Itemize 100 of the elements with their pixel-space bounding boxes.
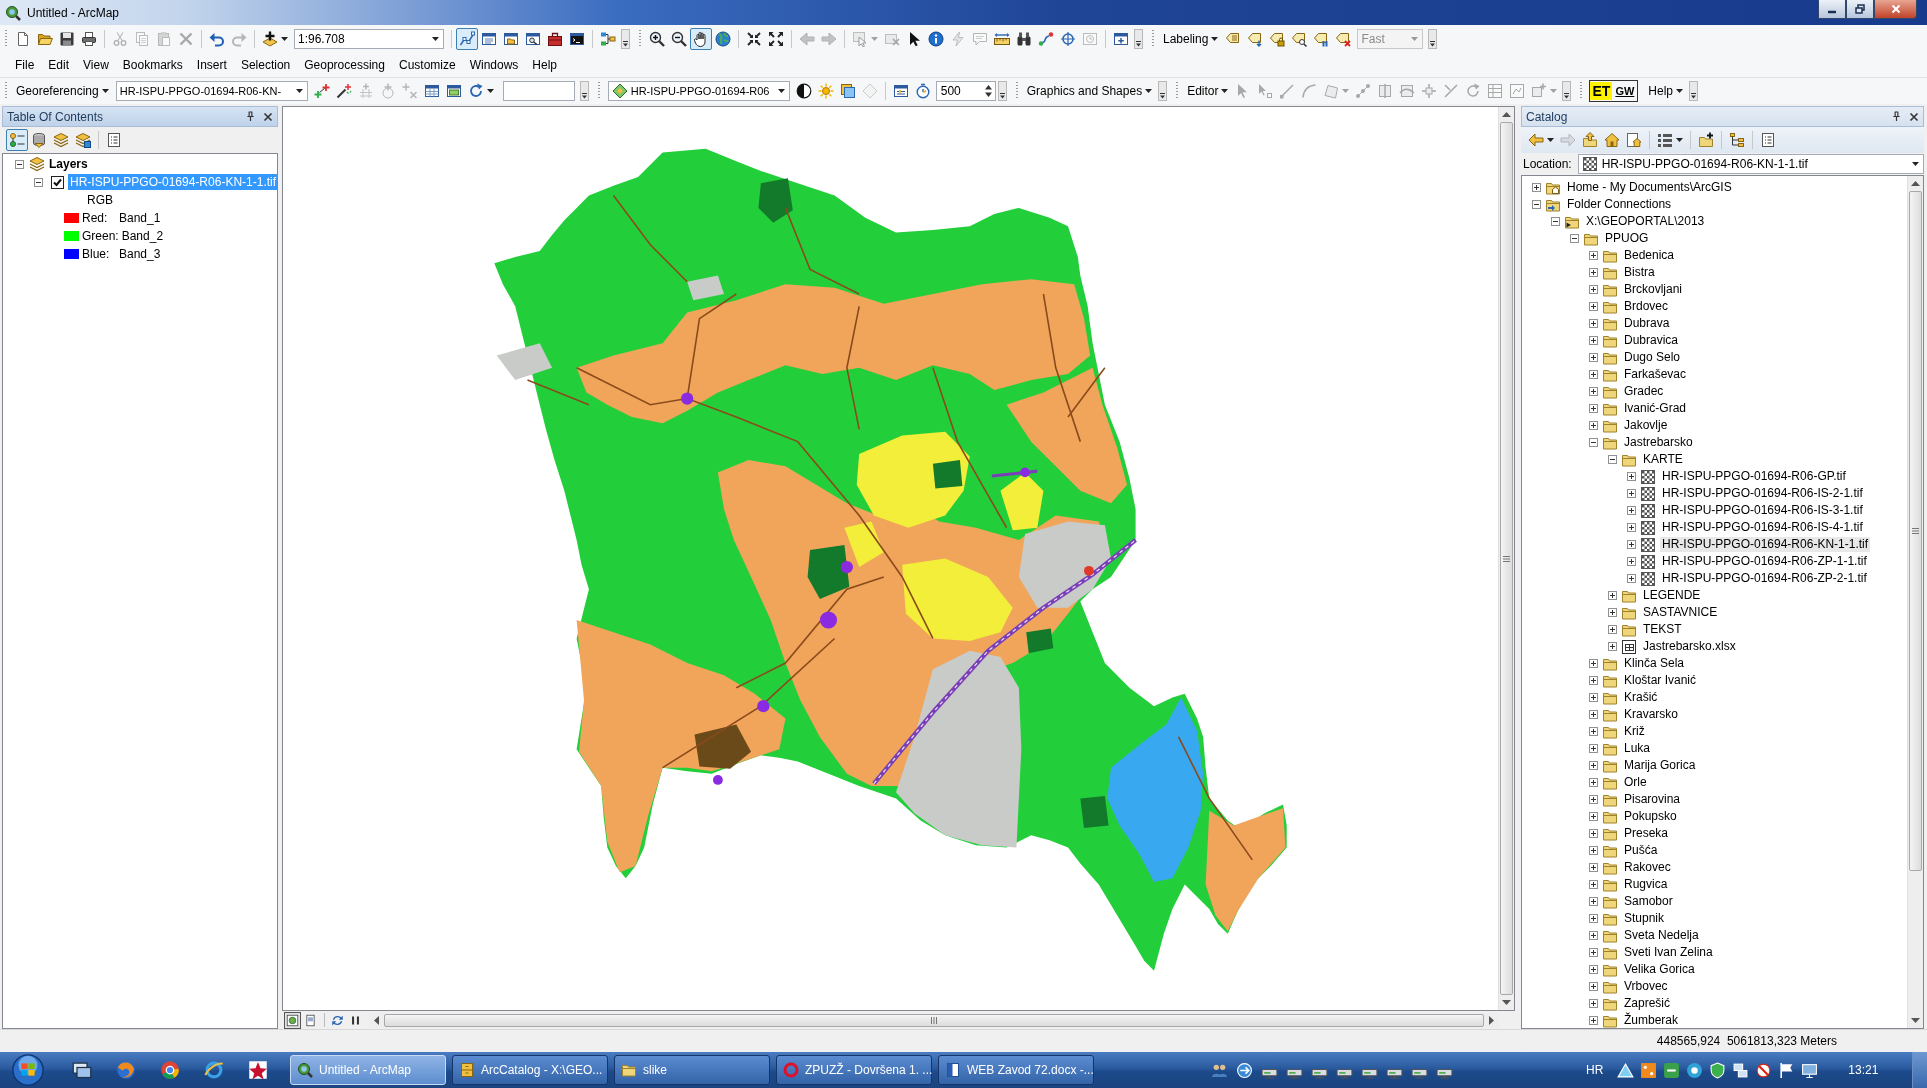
- folder-item[interactable]: Preseka: [1622, 826, 1671, 841]
- plus-box-icon[interactable]: [1589, 370, 1598, 379]
- menu-item[interactable]: Edit: [41, 54, 77, 75]
- right-arrow-icon[interactable]: [1489, 1015, 1494, 1025]
- folder-item[interactable]: Pušća: [1622, 843, 1660, 858]
- restore-button[interactable]: [1846, 0, 1874, 19]
- down-arrow-icon[interactable]: [1911, 1018, 1920, 1023]
- folder-item[interactable]: Dugo Selo: [1622, 350, 1683, 365]
- graphics-and-shapes-menu[interactable]: Graphics and Shapes: [1022, 80, 1157, 102]
- folder-item[interactable]: TEKST: [1641, 622, 1684, 637]
- close-icon[interactable]: [1909, 111, 1919, 122]
- plus-box-icon[interactable]: [1589, 387, 1598, 396]
- up-arrow-icon[interactable]: [1911, 181, 1920, 186]
- taskbar-button[interactable]: WEB Zavod 72.docx -...: [938, 1055, 1094, 1085]
- plus-box-icon[interactable]: [1589, 999, 1598, 1008]
- toolbar-options-icon[interactable]: [621, 28, 630, 49]
- folder-item[interactable]: Križ: [1622, 724, 1647, 739]
- raster-file-item[interactable]: HR-ISPU-PPGO-01694-R06-KN-1-1.tif: [1660, 537, 1871, 552]
- folder-item[interactable]: Rugvica: [1622, 877, 1670, 892]
- plus-box-icon[interactable]: [1589, 863, 1598, 872]
- down-arrow-icon[interactable]: [1502, 1000, 1511, 1005]
- menu-item[interactable]: Help: [525, 54, 565, 75]
- folder-item[interactable]: Dubravica: [1622, 333, 1681, 348]
- menu-item[interactable]: Bookmarks: [115, 54, 190, 75]
- plus-box-icon[interactable]: [1627, 557, 1636, 566]
- folder-item[interactable]: Jastrebarsko: [1622, 435, 1695, 450]
- folder-item[interactable]: Home - My Documents\ArcGIS: [1565, 180, 1734, 195]
- toolbar-options-icon[interactable]: [1134, 28, 1143, 49]
- toolbar-grip-icon[interactable]: [4, 29, 8, 48]
- raster-file-item[interactable]: HR-ISPU-PPGO-01694-R06-IS-2-1.tif: [1660, 486, 1865, 501]
- plus-box-icon[interactable]: [1589, 353, 1598, 362]
- left-arrow-icon[interactable]: [374, 1015, 379, 1025]
- plus-box-icon[interactable]: [1589, 710, 1598, 719]
- clock[interactable]: 13:21: [1848, 1063, 1879, 1077]
- taskbar-button[interactable]: ZPUZŽ - Dovršena 1. ...: [776, 1055, 932, 1085]
- minus-box-icon[interactable]: [34, 177, 43, 187]
- plus-box-icon[interactable]: [1589, 931, 1598, 940]
- shield-icon[interactable]: [1709, 1061, 1727, 1079]
- pin-icon[interactable]: [1892, 111, 1901, 122]
- plus-box-icon[interactable]: [1589, 897, 1598, 906]
- globe-swirl-icon[interactable]: [116, 1060, 136, 1080]
- plus-box-icon[interactable]: [1589, 744, 1598, 753]
- plus-box-icon[interactable]: [1608, 642, 1617, 651]
- minus-box-icon[interactable]: [1608, 455, 1617, 464]
- georeference-layer-combo-box[interactable]: HR-ISPU-PPGO-01694-R06-KN-: [115, 81, 308, 101]
- editor-toolbar-button[interactable]: [456, 27, 478, 50]
- folder-item[interactable]: Žumberak: [1622, 1013, 1681, 1028]
- plus-box-icon[interactable]: [1589, 336, 1598, 345]
- folder-item[interactable]: Brdovec: [1622, 299, 1671, 314]
- raster-file-item[interactable]: HR-ISPU-PPGO-01694-R06-IS-3-1.tif: [1660, 503, 1865, 518]
- star-tile-icon[interactable]: [248, 1060, 268, 1080]
- folder-item[interactable]: Gradec: [1622, 384, 1666, 399]
- vertical-scrollbar[interactable]: [1498, 107, 1514, 1010]
- triangle-icon[interactable]: [1617, 1061, 1635, 1079]
- toolbar-grip-icon[interactable]: [596, 82, 601, 100]
- scroll-thumb[interactable]: [1909, 191, 1922, 871]
- plus-box-icon[interactable]: [1589, 319, 1598, 328]
- plus-box-icon[interactable]: [1589, 693, 1598, 702]
- folder-item[interactable]: LEGENDE: [1641, 588, 1703, 603]
- minus-box-icon[interactable]: [1570, 234, 1579, 243]
- plus-box-icon[interactable]: [1627, 523, 1636, 532]
- minus-box-icon[interactable]: [15, 159, 24, 169]
- plus-box-icon[interactable]: [1627, 489, 1636, 498]
- plus-box-icon[interactable]: [1589, 778, 1598, 787]
- close-button[interactable]: [1874, 0, 1917, 19]
- window-stack-icon[interactable]: [72, 1060, 92, 1080]
- start-orb-icon[interactable]: [10, 1053, 46, 1087]
- data-view-button[interactable]: [284, 1011, 301, 1029]
- toolbar-options-icon[interactable]: [1158, 81, 1168, 101]
- folder-item[interactable]: Luka: [1622, 741, 1653, 756]
- menu-item[interactable]: Customize: [391, 54, 463, 75]
- folder-item[interactable]: Pisarovina: [1622, 792, 1683, 807]
- square-icon[interactable]: [1663, 1061, 1681, 1079]
- folder-item[interactable]: Klinča Sela: [1622, 656, 1687, 671]
- spin-box[interactable]: 500: [935, 81, 996, 101]
- georeferencing-menu[interactable]: Georeferencing: [12, 80, 113, 102]
- plus-box-icon[interactable]: [1589, 676, 1598, 685]
- square-dots-icon[interactable]: [1640, 1061, 1658, 1079]
- toolbar-options-icon[interactable]: [579, 81, 589, 101]
- folder-item[interactable]: Rakovec: [1622, 860, 1673, 875]
- plus-box-icon[interactable]: [1589, 965, 1598, 974]
- list-by-drawing-order-button[interactable]: [6, 129, 28, 151]
- folder-item[interactable]: Stupnik: [1622, 911, 1667, 926]
- plus-box-icon[interactable]: [1589, 251, 1598, 260]
- folder-item[interactable]: PPUOG: [1603, 231, 1651, 246]
- folder-item[interactable]: Bedenica: [1622, 248, 1677, 263]
- plus-box-icon[interactable]: [1627, 540, 1636, 549]
- plus-box-icon[interactable]: [1589, 812, 1598, 821]
- folder-item[interactable]: Velika Gorica: [1622, 962, 1697, 977]
- folder-item[interactable]: Marija Gorica: [1622, 758, 1698, 773]
- plus-box-icon[interactable]: [1589, 880, 1598, 889]
- plus-box-icon[interactable]: [1532, 183, 1541, 192]
- folder-item[interactable]: Samobor: [1622, 894, 1675, 909]
- folder-item[interactable]: Farkaševac: [1622, 367, 1689, 382]
- folder-item[interactable]: Bistra: [1622, 265, 1657, 280]
- plus-box-icon[interactable]: [1589, 268, 1598, 277]
- plus-box-icon[interactable]: [1589, 948, 1598, 957]
- folder-item[interactable]: Folder Connections: [1565, 197, 1674, 212]
- folder-item[interactable]: Sveti Ivan Zelina: [1622, 945, 1715, 960]
- toolbar-grip-icon[interactable]: [1014, 82, 1019, 100]
